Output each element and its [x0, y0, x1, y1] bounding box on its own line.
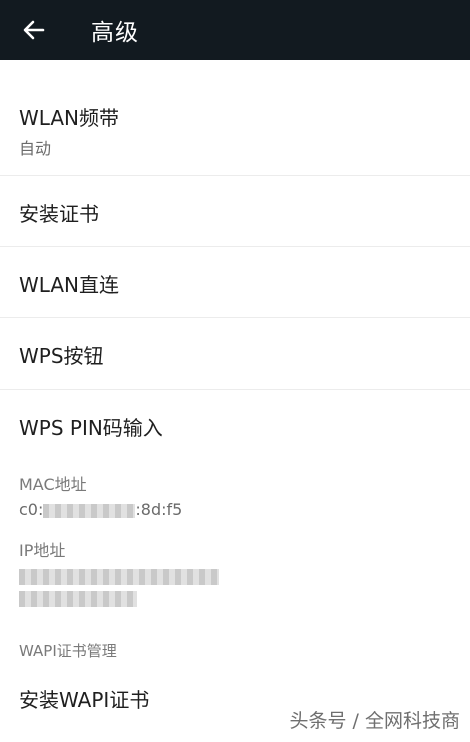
app-bar: 高级 [0, 0, 470, 60]
ip-redaction-line-1 [19, 569, 219, 585]
watermark-text: 头条号 / 全网科技商 [289, 710, 460, 732]
back-arrow-icon[interactable] [17, 13, 51, 47]
wlan-direct-item[interactable]: WLAN直连 [0, 247, 470, 318]
mac-address-suffix: :8d:f5 [135, 500, 183, 519]
wps-button-item[interactable]: WPS按钮 [0, 318, 470, 390]
wps-button-label: WPS按钮 [19, 344, 104, 368]
wps-pin-item[interactable]: WPS PIN码输入 [0, 390, 470, 458]
wlan-band-item[interactable]: WLAN频带 自动 [0, 80, 470, 176]
top-spacer [0, 60, 470, 80]
ip-redaction-line-2 [19, 591, 137, 607]
install-certificate-label: 安装证书 [19, 202, 99, 226]
mac-address-redaction [43, 503, 136, 518]
mac-address-label: MAC地址 [19, 475, 87, 494]
mac-address-block: MAC地址 c0: :8d:f5 [19, 471, 182, 519]
wlan-band-label: WLAN频带 [19, 106, 120, 130]
page-title: 高级 [91, 20, 139, 46]
wapi-section-header: WAPI证书管理 [19, 642, 117, 660]
wlan-direct-label: WLAN直连 [19, 273, 120, 297]
ip-address-label: IP地址 [19, 541, 66, 560]
ip-address-redacted [19, 569, 219, 607]
wps-pin-label: WPS PIN码输入 [19, 416, 163, 440]
mac-address-value: c0: :8d:f5 [19, 500, 182, 519]
mac-address-prefix: c0: [19, 500, 44, 519]
wlan-band-value: 自动 [19, 139, 52, 158]
install-certificate-item[interactable]: 安装证书 [0, 176, 470, 247]
ip-address-block: IP地址 [19, 537, 219, 607]
